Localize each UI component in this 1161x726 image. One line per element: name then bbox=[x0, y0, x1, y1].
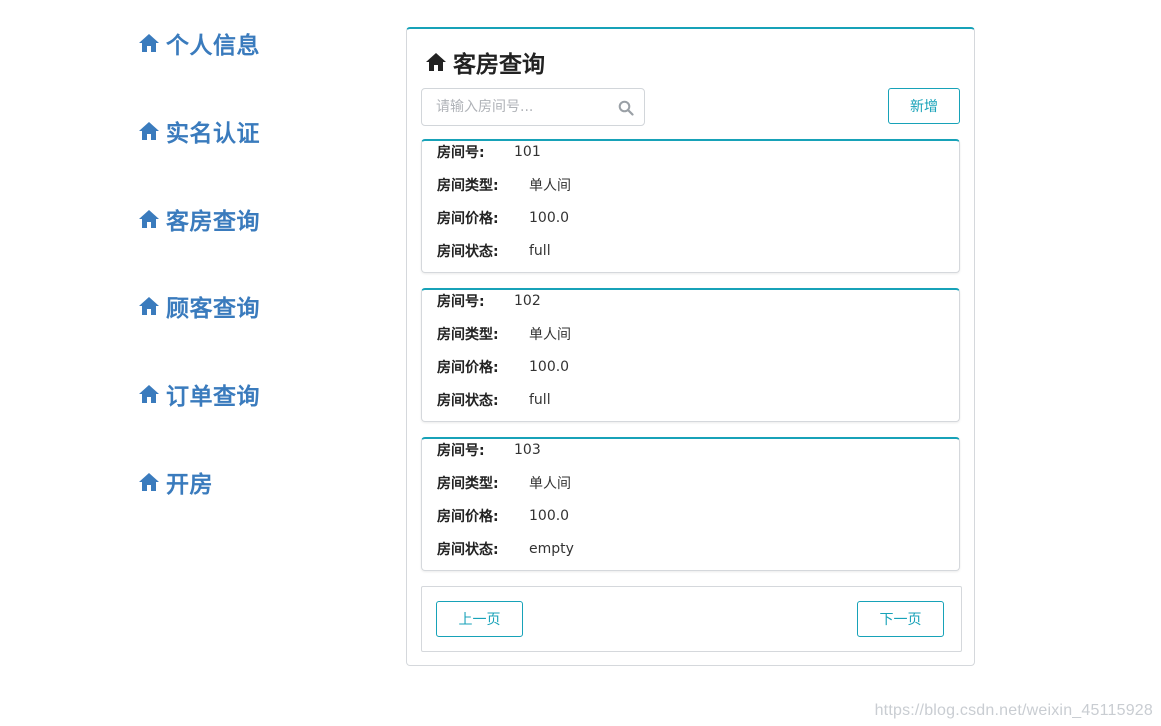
room-price-label: 房间价格: bbox=[437, 509, 499, 525]
room-type-label: 房间类型: bbox=[437, 476, 499, 492]
room-status-value: full bbox=[529, 243, 551, 259]
room-status-label: 房间状态: bbox=[437, 244, 499, 260]
room-no-value: 101 bbox=[514, 144, 541, 160]
sidebar-item-label: 顾客查询 bbox=[166, 296, 260, 323]
sidebar-nav: 个人信息 实名认证 客房查询 顾客查询 订单查询 开房 bbox=[138, 28, 378, 555]
prev-page-button[interactable]: 上一页 bbox=[436, 601, 523, 637]
room-price-row: 房间价格: 100.0 bbox=[437, 506, 569, 526]
room-no-value: 102 bbox=[514, 293, 541, 309]
room-price-value: 100.0 bbox=[529, 508, 570, 524]
sidebar-item-personal-info[interactable]: 个人信息 bbox=[138, 28, 378, 59]
room-price-row: 房间价格: 100.0 bbox=[437, 357, 569, 377]
room-price-label: 房间价格: bbox=[437, 211, 499, 227]
pagination: 上一页 下一页 bbox=[421, 586, 962, 652]
room-card: 房间号: 103 房间类型: 单人间 房间价格: 100.0 房间状态: emp… bbox=[421, 437, 960, 571]
sidebar-item-customer-query[interactable]: 顾客查询 bbox=[138, 291, 378, 323]
room-price-value: 100.0 bbox=[529, 210, 570, 226]
room-no-label: 房间号: bbox=[437, 443, 485, 459]
room-status-label: 房间状态: bbox=[437, 542, 499, 558]
room-no-label: 房间号: bbox=[437, 145, 485, 161]
sidebar-item-check-in[interactable]: 开房 bbox=[138, 467, 378, 498]
home-icon bbox=[138, 33, 160, 53]
room-status-row: 房间状态: empty bbox=[437, 539, 574, 559]
sidebar-item-real-name-auth[interactable]: 实名认证 bbox=[138, 116, 378, 147]
room-status-row: 房间状态: full bbox=[437, 241, 551, 261]
home-icon bbox=[138, 209, 160, 229]
sidebar-item-label: 开房 bbox=[166, 471, 213, 498]
search-input[interactable] bbox=[422, 89, 602, 125]
home-icon bbox=[138, 384, 160, 404]
room-type-row: 房间类型: 单人间 bbox=[437, 175, 571, 195]
room-status-label: 房间状态: bbox=[437, 393, 499, 409]
page-title: 客房查询 bbox=[425, 45, 545, 79]
room-no-row: 房间号: 103 bbox=[437, 440, 541, 460]
home-icon bbox=[425, 52, 447, 72]
add-room-button[interactable]: 新增 bbox=[888, 88, 960, 124]
room-type-row: 房间类型: 单人间 bbox=[437, 324, 571, 344]
room-price-label: 房间价格: bbox=[437, 360, 499, 376]
home-icon bbox=[138, 472, 160, 492]
search-box bbox=[421, 88, 645, 126]
watermark: https://blog.csdn.net/weixin_45115928 bbox=[874, 702, 1153, 719]
room-type-value: 单人间 bbox=[529, 476, 571, 492]
search-icon[interactable] bbox=[618, 100, 634, 116]
room-type-row: 房间类型: 单人间 bbox=[437, 473, 571, 493]
sidebar-item-label: 实名认证 bbox=[166, 120, 260, 147]
room-price-row: 房间价格: 100.0 bbox=[437, 208, 569, 228]
room-status-value: full bbox=[529, 392, 551, 408]
room-card: 房间号: 101 房间类型: 单人间 房间价格: 100.0 房间状态: ful… bbox=[421, 139, 960, 273]
room-status-row: 房间状态: full bbox=[437, 390, 551, 410]
sidebar-item-order-query[interactable]: 订单查询 bbox=[138, 379, 378, 411]
room-status-value: empty bbox=[529, 541, 574, 557]
room-card: 房间号: 102 房间类型: 单人间 房间价格: 100.0 房间状态: ful… bbox=[421, 288, 960, 422]
room-type-value: 单人间 bbox=[529, 178, 571, 194]
room-type-label: 房间类型: bbox=[437, 327, 499, 343]
room-no-row: 房间号: 101 bbox=[437, 142, 541, 162]
sidebar-item-label: 客房查询 bbox=[166, 208, 260, 235]
room-query-panel: 客房查询 新增 房间号: 101 房间类型: 单人间 房间价格: 100.0 房… bbox=[406, 27, 975, 666]
sidebar-item-label: 个人信息 bbox=[166, 33, 260, 59]
room-no-row: 房间号: 102 bbox=[437, 291, 541, 311]
sidebar-item-room-query[interactable]: 客房查询 bbox=[138, 204, 378, 235]
page-title-text: 客房查询 bbox=[453, 52, 545, 78]
sidebar-item-label: 订单查询 bbox=[166, 384, 260, 411]
home-icon bbox=[138, 296, 160, 316]
next-page-button[interactable]: 下一页 bbox=[857, 601, 944, 637]
room-price-value: 100.0 bbox=[529, 359, 570, 375]
room-type-value: 单人间 bbox=[529, 327, 571, 343]
home-icon bbox=[138, 121, 160, 141]
room-no-label: 房间号: bbox=[437, 294, 485, 310]
room-no-value: 103 bbox=[514, 442, 541, 458]
room-type-label: 房间类型: bbox=[437, 178, 499, 194]
